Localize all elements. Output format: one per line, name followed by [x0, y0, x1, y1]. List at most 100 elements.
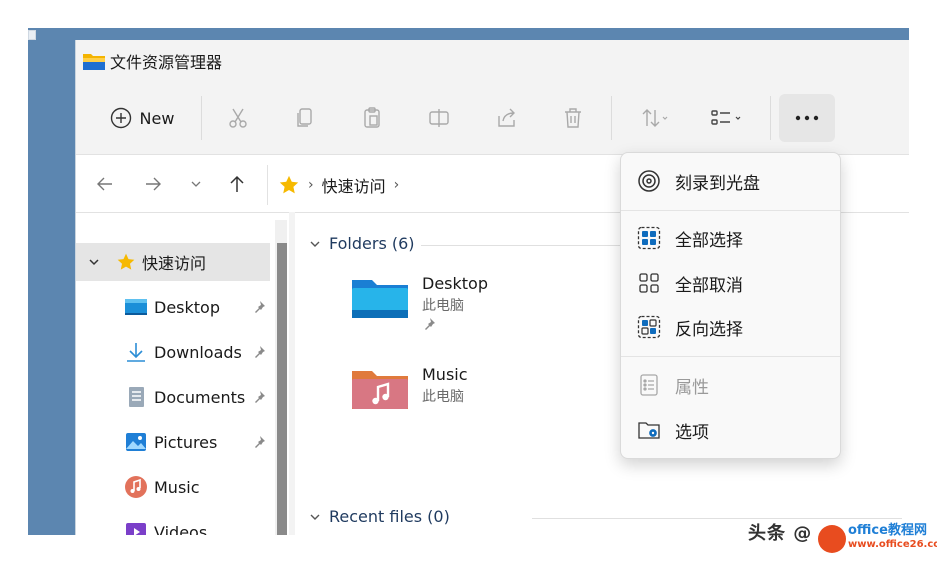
sidebar-item-label: Music: [154, 477, 200, 497]
music-icon: [125, 476, 147, 498]
menu-divider: [621, 356, 840, 357]
share-button[interactable]: [487, 94, 527, 142]
sidebar-item-documents[interactable]: Documents: [76, 378, 270, 416]
rename-button[interactable]: [419, 94, 459, 142]
expand-chevron-icon[interactable]: [88, 258, 100, 266]
watermark-site-name: office教程网: [848, 523, 927, 538]
sidebar-item-label: Documents: [154, 387, 246, 407]
sidebar-item-downloads[interactable]: Downloads: [76, 333, 270, 371]
delete-button[interactable]: [553, 94, 593, 142]
collapse-chevron-icon: [310, 241, 320, 247]
watermark-site: office教程网 www.office26.com: [848, 524, 937, 552]
music-folder-icon: [352, 371, 408, 409]
documents-icon: [129, 387, 144, 407]
up-arrow-icon[interactable]: [229, 175, 245, 193]
sidebar-item-label: Videos: [154, 522, 208, 536]
sidebar-scrollbar-thumb[interactable]: [277, 243, 287, 535]
download-icon: [127, 343, 145, 362]
breadcrumb-location[interactable]: 快速访问: [322, 173, 386, 197]
menu-item-label: 全部取消: [675, 275, 743, 296]
pin-icon: [255, 391, 265, 403]
toolbar-divider: [611, 96, 612, 140]
command-bar: New: [76, 82, 909, 154]
copy-icon: [297, 108, 312, 127]
desktop-icon: [125, 299, 147, 315]
breadcrumb-chevron-icon: ›: [308, 177, 314, 193]
pin-icon: [255, 346, 265, 358]
window-title: 文件资源管理器: [110, 53, 223, 72]
watermark-logo: [818, 525, 846, 553]
menu-item-options[interactable]: 选项: [625, 410, 836, 450]
sort-icon: [642, 109, 668, 127]
paste-button[interactable]: [352, 94, 392, 142]
folder-tile-music[interactable]: Music 此电脑: [350, 365, 468, 413]
invert-selection-icon: [637, 315, 661, 339]
folder-name: Music: [422, 365, 468, 384]
desktop-folder-icon: [352, 280, 408, 318]
toolbar-divider: [201, 96, 202, 140]
pin-icon: [255, 436, 265, 448]
recent-files-section-title: Recent files (0): [329, 507, 450, 526]
back-arrow-icon[interactable]: [96, 176, 114, 192]
folder-options-icon: [638, 422, 660, 439]
folder-icon: [83, 54, 105, 70]
clipboard-icon: [364, 107, 380, 128]
menu-item-select-all[interactable]: 全部选择: [625, 218, 836, 258]
folders-section-header[interactable]: Folders (6): [309, 234, 415, 253]
sidebar-item-pictures[interactable]: Pictures: [76, 423, 270, 461]
section-divider: [532, 518, 902, 519]
folders-section-title: Folders (6): [329, 234, 415, 253]
collapse-chevron-icon: [310, 514, 320, 520]
select-all-icon: [637, 226, 661, 250]
sidebar-item-label: Downloads: [154, 342, 242, 362]
menu-item-properties: 属性: [625, 365, 836, 405]
scissors-icon: [229, 108, 247, 128]
copy-button[interactable]: [285, 94, 325, 142]
forward-arrow-icon[interactable]: [144, 176, 162, 192]
new-button[interactable]: New: [104, 94, 180, 142]
cut-button[interactable]: [218, 94, 258, 142]
breadcrumb[interactable]: › 快速访问 ›: [267, 165, 627, 205]
view-button[interactable]: [702, 94, 750, 142]
sidebar-item-music[interactable]: Music: [76, 468, 270, 506]
star-icon: [117, 253, 135, 270]
menu-item-label: 反向选择: [675, 319, 743, 340]
sidebar-item-label: Pictures: [154, 432, 218, 452]
title-bar: 文件资源管理器: [76, 40, 909, 82]
watermark-url: www.office26.com: [848, 539, 937, 550]
new-button-label: New: [139, 108, 175, 128]
videos-icon: [126, 523, 146, 535]
folder-name: Desktop: [422, 274, 488, 293]
properties-icon: [640, 374, 658, 396]
menu-item-label: 刻录到光盘: [675, 173, 760, 194]
sidebar-item-videos[interactable]: Videos: [76, 513, 270, 535]
list-view-icon: [711, 110, 741, 125]
sidebar-item-quick-access[interactable]: 快速访问: [76, 243, 270, 281]
sidebar-item-label: Desktop: [154, 297, 220, 317]
pin-icon: [425, 318, 435, 330]
rename-icon: [429, 109, 449, 127]
pin-icon: [255, 301, 265, 313]
menu-item-label: 选项: [675, 422, 709, 443]
star-icon: [279, 175, 299, 194]
sort-button[interactable]: [632, 94, 680, 142]
menu-item-invert-selection[interactable]: 反向选择: [625, 307, 836, 347]
navigation-pane: 快速访问 Desktop Downloads Documents Picture…: [76, 212, 289, 535]
folder-tile-desktop[interactable]: Desktop 此电脑: [350, 274, 488, 335]
watermark-text: 头条 @: [748, 523, 813, 544]
recent-files-section-header[interactable]: Recent files (0): [309, 507, 450, 526]
more-options-menu: 刻录到光盘 全部选择 全部取消 反向选择 属性 选项: [620, 152, 841, 459]
menu-item-label: 全部选择: [675, 230, 743, 251]
recent-locations-chevron-icon[interactable]: [190, 180, 202, 188]
sidebar-item-desktop[interactable]: Desktop: [76, 288, 270, 326]
menu-item-burn-to-disc[interactable]: 刻录到光盘: [625, 161, 836, 201]
folder-location: 此电脑: [422, 389, 464, 405]
disc-icon: [638, 170, 660, 192]
breadcrumb-chevron-icon[interactable]: ›: [394, 177, 400, 193]
pictures-icon: [126, 433, 146, 451]
menu-item-select-none[interactable]: 全部取消: [625, 263, 836, 303]
more-options-button[interactable]: [779, 94, 835, 142]
desktop-icon-fragment: [28, 30, 36, 40]
trash-icon: [565, 108, 581, 128]
menu-divider: [621, 210, 840, 211]
